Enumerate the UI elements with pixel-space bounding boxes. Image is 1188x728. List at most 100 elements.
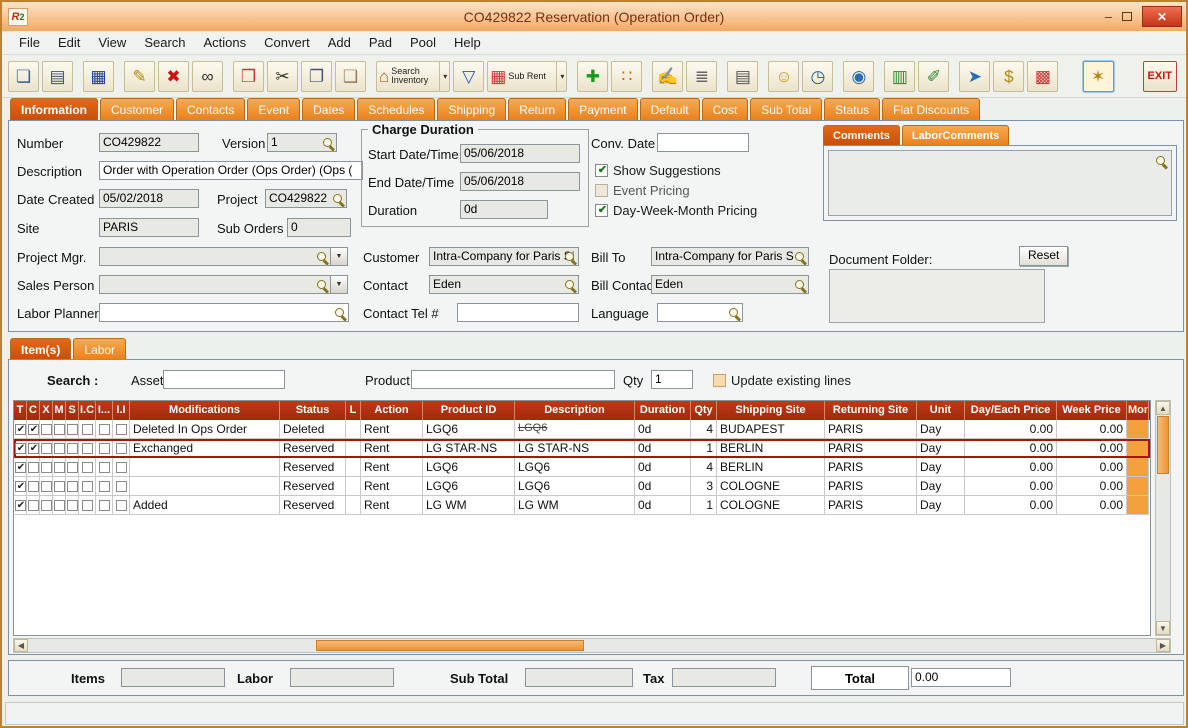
row-checkbox[interactable]: [40, 442, 52, 454]
row-checkbox[interactable]: [98, 461, 110, 473]
date-created-field[interactable]: 05/02/2018: [99, 189, 199, 208]
column-header-duration[interactable]: Duration: [635, 401, 691, 420]
minimize-button[interactable]: –: [1105, 9, 1112, 24]
row-checkbox[interactable]: [115, 480, 127, 492]
close-button[interactable]: ✕: [1142, 6, 1182, 27]
product-input[interactable]: [411, 370, 615, 389]
reset-button[interactable]: Reset: [1019, 246, 1069, 266]
duration-field[interactable]: 0d: [460, 200, 548, 219]
checkbox-icon[interactable]: [595, 204, 609, 217]
search-inventory-button[interactable]: ⌂ Search Inventory ▾: [376, 60, 451, 92]
binoculars-icon[interactable]: ∞: [192, 60, 223, 92]
menu-help[interactable]: Help: [445, 33, 490, 52]
column-header-action[interactable]: Action: [361, 401, 423, 420]
tab-comments[interactable]: Comments: [823, 125, 900, 145]
chevron-down-icon[interactable]: ▼: [331, 275, 348, 294]
horizontal-scrollbar[interactable]: ◀ ▶: [13, 638, 1171, 653]
contact-field[interactable]: Eden: [429, 275, 579, 294]
document-folder-box[interactable]: [829, 269, 1045, 323]
tab-cost[interactable]: Cost: [701, 98, 749, 120]
tab-event[interactable]: Event: [247, 98, 301, 120]
row-checkbox[interactable]: [81, 442, 93, 454]
column-header-status[interactable]: Status: [280, 401, 346, 420]
scrollbar-thumb[interactable]: [1157, 416, 1169, 474]
column-header-l[interactable]: L: [346, 401, 361, 420]
column-header-week-price[interactable]: Week Price: [1057, 401, 1127, 420]
vertical-scrollbar[interactable]: ▲ ▼: [1155, 400, 1171, 636]
tab-default[interactable]: Default: [639, 98, 700, 120]
column-header-product-id[interactable]: Product ID: [423, 401, 515, 420]
edit-pencil-icon[interactable]: ✎: [124, 60, 155, 92]
description-field[interactable]: Order with Operation Order (Ops Order) (…: [99, 161, 363, 180]
end-date-field[interactable]: 05/06/2018: [460, 172, 580, 191]
funnel-icon[interactable]: ▽: [453, 60, 485, 92]
labor-planner-field[interactable]: [99, 303, 349, 322]
books-icon[interactable]: ▥: [884, 60, 916, 92]
search-magnifier-icon[interactable]: [563, 250, 577, 264]
checkbox-icon[interactable]: [595, 164, 609, 177]
row-checkbox[interactable]: [14, 480, 26, 492]
show-suggestions-checkbox[interactable]: Show Suggestions: [595, 163, 721, 178]
menu-convert[interactable]: Convert: [255, 33, 319, 52]
delete-icon[interactable]: ✖: [158, 60, 189, 92]
row-checkbox[interactable]: [14, 442, 26, 454]
start-date-field[interactable]: 05/06/2018: [460, 144, 580, 163]
row-checkbox[interactable]: [53, 499, 65, 511]
save-icon[interactable]: ▦: [83, 60, 114, 92]
scroll-right-icon[interactable]: ▶: [1156, 639, 1170, 652]
row-checkbox[interactable]: [53, 480, 65, 492]
column-header-returning-site[interactable]: Returning Site: [825, 401, 917, 420]
duplicate-lines-icon[interactable]: ≣: [686, 60, 718, 92]
scroll-up-icon[interactable]: ▲: [1156, 401, 1170, 415]
tab-information[interactable]: Information: [10, 98, 98, 120]
checkbox-icon[interactable]: [713, 374, 726, 387]
paste-icon[interactable]: ❑: [335, 60, 366, 92]
sub-orders-field[interactable]: 0: [287, 218, 351, 237]
row-checkbox[interactable]: [27, 442, 39, 454]
scrollbar-thumb[interactable]: [316, 640, 584, 651]
row-checkbox[interactable]: [81, 499, 93, 511]
day-week-month-pricing-checkbox[interactable]: Day-Week-Month Pricing: [595, 203, 757, 218]
row-checkbox[interactable]: [81, 423, 93, 435]
row-checkbox[interactable]: [53, 442, 65, 454]
money-icon[interactable]: $: [993, 60, 1025, 92]
row-checkbox[interactable]: [66, 423, 78, 435]
column-header-x[interactable]: X: [40, 401, 53, 420]
row-checkbox[interactable]: [98, 423, 110, 435]
menu-search[interactable]: Search: [135, 33, 194, 52]
column-header-shipping-site[interactable]: Shipping Site: [717, 401, 825, 420]
cubes-icon[interactable]: ▩: [1027, 60, 1059, 92]
search-magnifier-icon[interactable]: [793, 278, 807, 292]
contact-tel-field[interactable]: [457, 303, 579, 322]
row-checkbox[interactable]: [115, 442, 127, 454]
table-row[interactable]: AddedReservedRentLG WMLG WM0d1COLOGNEPAR…: [14, 496, 1150, 515]
globe-icon[interactable]: ◉: [843, 60, 875, 92]
scissors-icon[interactable]: ✂: [267, 60, 298, 92]
search-magnifier-icon[interactable]: [331, 192, 345, 206]
project-field[interactable]: CO429822: [265, 189, 347, 208]
search-magnifier-icon[interactable]: [563, 278, 577, 292]
language-field[interactable]: [657, 303, 743, 322]
search-magnifier-icon[interactable]: [315, 278, 329, 292]
menu-actions[interactable]: Actions: [195, 33, 256, 52]
tab-payment[interactable]: Payment: [568, 98, 638, 120]
column-header-month-price[interactable]: Month Price: [1127, 401, 1149, 420]
number-field[interactable]: CO429822: [99, 133, 199, 152]
row-checkbox[interactable]: [81, 461, 93, 473]
print-labels-icon[interactable]: ▤: [727, 60, 759, 92]
export-icon[interactable]: ➤: [959, 60, 991, 92]
row-checkbox[interactable]: [14, 499, 26, 511]
column-header-c[interactable]: C: [27, 401, 40, 420]
search-magnifier-icon[interactable]: [315, 250, 329, 264]
row-checkbox[interactable]: [27, 461, 39, 473]
comments-textarea[interactable]: [828, 150, 1172, 216]
project-mgr-combo[interactable]: ▼: [99, 247, 348, 266]
row-checkbox[interactable]: [98, 499, 110, 511]
row-checkbox[interactable]: [27, 480, 39, 492]
smiley-icon[interactable]: ☺: [768, 60, 800, 92]
menu-add[interactable]: Add: [319, 33, 360, 52]
table-row[interactable]: Deleted In Ops OrderDeletedRentLGQ6LGQ60…: [14, 420, 1150, 439]
column-header-i-[interactable]: I...: [96, 401, 113, 420]
tab-status[interactable]: Status: [824, 98, 881, 120]
column-header-i-i[interactable]: I.I: [113, 401, 130, 420]
